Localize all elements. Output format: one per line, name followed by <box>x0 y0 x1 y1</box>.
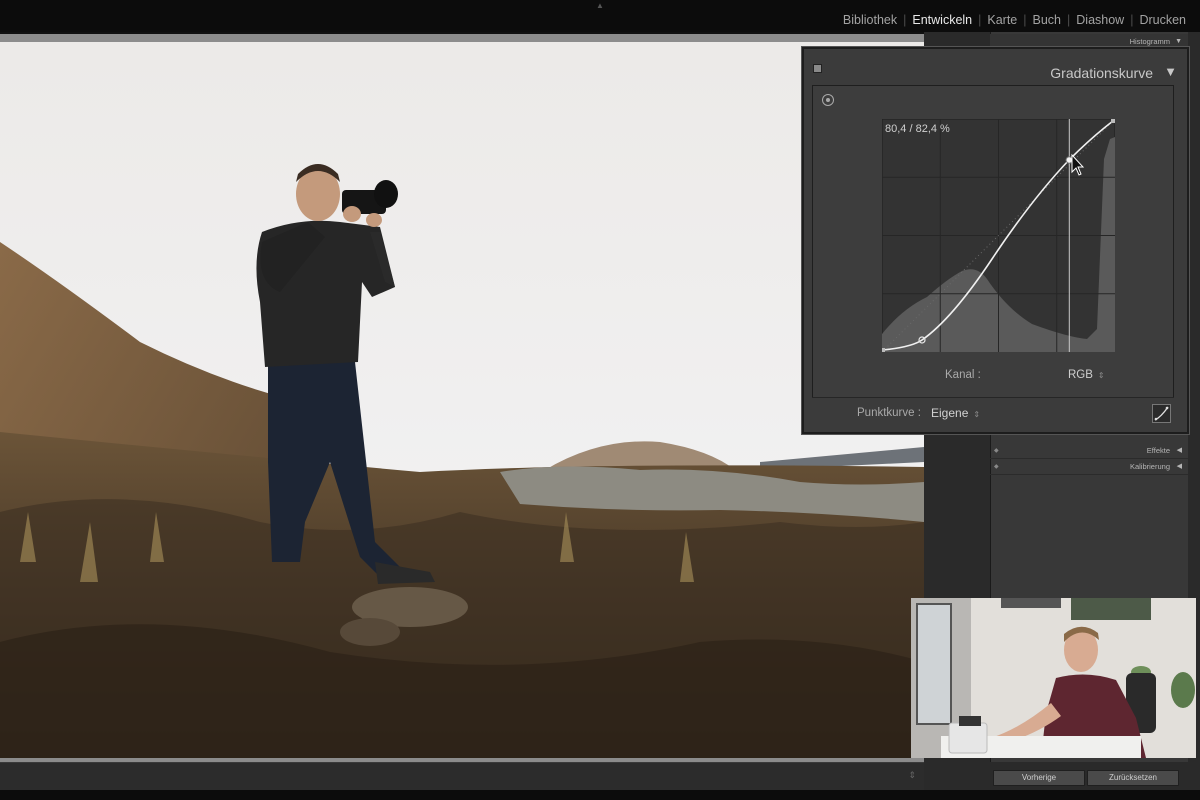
curve-endpoint[interactable] <box>1111 119 1115 123</box>
histogram-label: Histogramm <box>1129 37 1170 46</box>
webcam-overlay <box>911 598 1196 758</box>
updown-icon: ⇕ <box>973 410 981 419</box>
updown-icon: ⇕ <box>1097 371 1105 380</box>
kalibrierung-section-header[interactable]: ◆ Kalibrierung ◀ <box>990 459 1188 475</box>
effekte-label: Effekte <box>1146 446 1170 455</box>
effekte-section-header[interactable]: ◆ Effekte ◀ <box>990 443 1188 459</box>
tone-curve-panel: Gradationskurve ▼ 80,4 / 82,4 % Kanal: … <box>802 47 1189 434</box>
panel-switch[interactable] <box>813 64 822 73</box>
point-curve-label: Punktkurve : <box>857 407 921 419</box>
triangle-down-icon[interactable]: ▼ <box>1164 64 1177 79</box>
photo-canvas[interactable] <box>0 42 924 758</box>
module-buch[interactable]: Buch <box>1033 13 1062 27</box>
module-drucken[interactable]: Drucken <box>1139 13 1186 27</box>
point-curve-select[interactable]: Eigene ⇕ <box>931 406 980 420</box>
module-diashow[interactable]: Diashow <box>1076 13 1124 27</box>
module-bar: ▲ Bibliothek | Entwickeln | Karte | Buch… <box>0 0 1200 32</box>
module-separator: | <box>978 13 982 27</box>
curve-endpoint[interactable] <box>882 348 885 352</box>
curve-edit-icon[interactable] <box>1152 404 1171 423</box>
bottom-panel-edge <box>0 790 1200 800</box>
module-picker: Bibliothek | Entwickeln | Karte | Buch |… <box>843 13 1186 27</box>
section-switch-icon: ◆ <box>994 448 999 454</box>
expand-icon: ◀ <box>1176 463 1182 470</box>
module-separator: | <box>903 13 907 27</box>
module-entwickeln[interactable]: Entwickeln <box>912 13 972 27</box>
updown-icon[interactable]: ⇕ <box>908 770 916 781</box>
curve-edit-glyph <box>1154 406 1169 421</box>
tone-curve-title[interactable]: Gradationskurve <box>1050 65 1153 81</box>
webcam-video <box>911 598 1196 758</box>
reset-button[interactable]: Zurücksetzen <box>1087 770 1179 786</box>
module-separator: | <box>1130 13 1134 27</box>
expand-icon: ◀ <box>1176 447 1182 454</box>
module-separator: | <box>1067 13 1071 27</box>
bottom-button-bar: Vorherige Zurücksetzen <box>924 762 1200 790</box>
section-switch-icon: ◆ <box>994 464 999 470</box>
landscape-photo <box>0 42 924 758</box>
module-separator: | <box>1023 13 1027 27</box>
tone-curve-graph[interactable] <box>882 119 1115 352</box>
curve-value-readout: 80,4 / 82,4 % <box>885 123 950 135</box>
lightroom-window: ▲ Bibliothek | Entwickeln | Karte | Buch… <box>0 0 1200 800</box>
previous-settings-button[interactable]: Vorherige <box>993 770 1085 786</box>
filmstrip-toolbar: ⇕ <box>0 762 924 790</box>
module-karte[interactable]: Karte <box>987 13 1017 27</box>
tone-curve-body: 80,4 / 82,4 % Kanal : RGB ⇕ <box>812 85 1174 397</box>
channel-value: RGB <box>1068 369 1093 381</box>
channel-select[interactable]: RGB ⇕ <box>1068 369 1105 381</box>
top-panel-toggle-icon[interactable]: ▲ <box>596 1 604 10</box>
module-bibliothek[interactable]: Bibliothek <box>843 13 897 27</box>
kalibrierung-label: Kalibrierung <box>1129 462 1170 471</box>
channel-label: Kanal : <box>945 369 981 381</box>
point-curve-value: Eigene <box>931 406 969 420</box>
point-curve-row: Punktkurve : Eigene ⇕ <box>812 397 1174 430</box>
target-icon[interactable] <box>822 94 834 106</box>
